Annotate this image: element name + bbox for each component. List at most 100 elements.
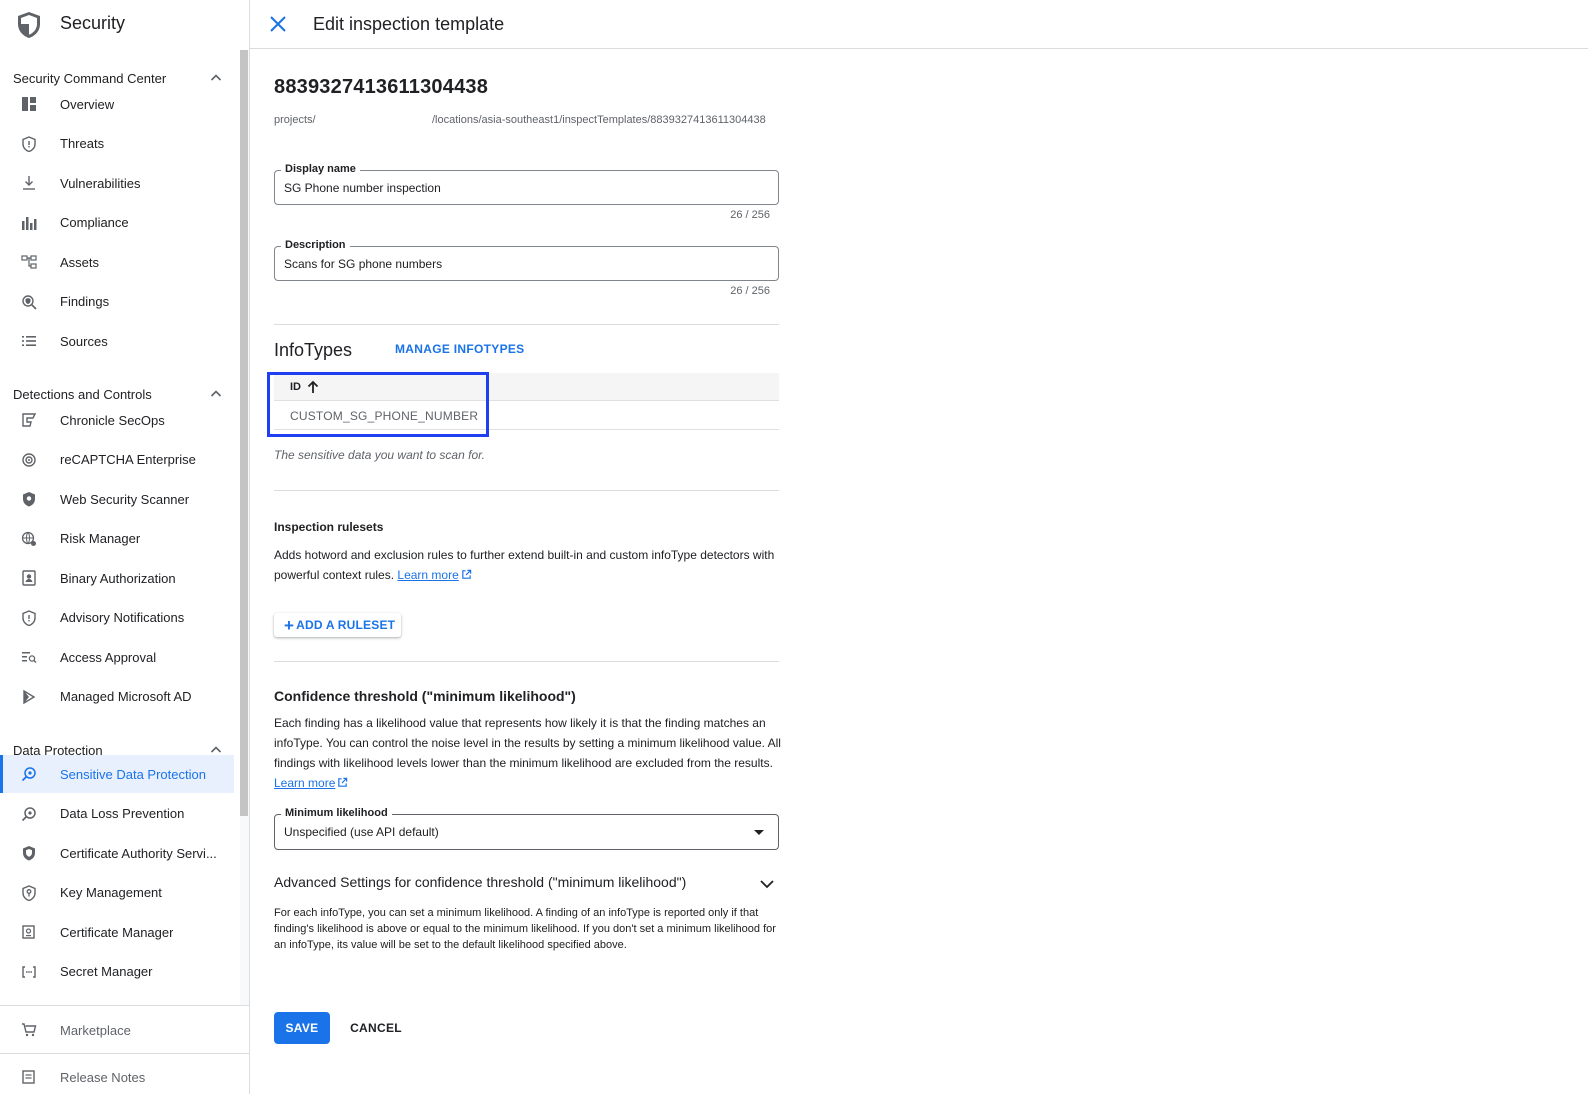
- template-path-prefix: projects/: [274, 114, 316, 126]
- rulesets-learn-more-link[interactable]: Learn more: [397, 568, 458, 582]
- infotypes-title: InfoTypes: [274, 340, 353, 360]
- sidebar-item-label: Sources: [60, 333, 108, 349]
- description-field[interactable]: Description Scans for SG phone numbers: [274, 239, 779, 281]
- divider: [274, 324, 779, 325]
- chevron-down-icon: [760, 880, 774, 889]
- sidebar-item-label: Release Notes: [60, 1069, 146, 1085]
- advanced-settings-toggle[interactable]: Advanced Settings for confidence thresho…: [274, 872, 779, 896]
- sidebar-item-binary-authorization[interactable]: Binary Authorization: [0, 559, 234, 597]
- display-name-field[interactable]: Display name SG Phone number inspection: [274, 163, 779, 205]
- sidebar-item-label: Data Loss Prevention: [60, 806, 185, 821]
- save-button[interactable]: SAVE: [274, 1012, 330, 1044]
- advanced-settings-title: Advanced Settings for confidence thresho…: [274, 874, 687, 890]
- sidebar-item-label: Overview: [60, 96, 115, 112]
- sidebar-item-label: Access Approval: [60, 649, 157, 665]
- list-search-icon: [20, 648, 38, 666]
- sidebar-section-title: Security Command Center: [13, 70, 167, 86]
- download-icon: [20, 174, 38, 192]
- divider: [274, 661, 779, 662]
- display-name-value: SG Phone number inspection: [284, 181, 441, 195]
- app-title: Security: [60, 13, 126, 33]
- sidebar-item-label: Chronicle SecOps: [60, 412, 165, 428]
- infotypes-hint: The sensitive data you want to scan for.: [274, 448, 486, 462]
- dropdown-caret-icon: [754, 830, 764, 835]
- notes-icon: [20, 1068, 38, 1086]
- directory-icon: [20, 688, 38, 706]
- sidebar-item-label: Key Management: [60, 885, 162, 900]
- sidebar-nav: Security Command Center Overview Threats Vu…: [0, 50, 240, 1005]
- confidence-description: Each finding has a likelihood value that…: [274, 713, 784, 793]
- manage-infotypes-button[interactable]: MANAGE INFOTYPES: [395, 342, 524, 356]
- sidebar-item-label: Web Security Scanner: [60, 491, 190, 507]
- description-counter: 26 / 256: [730, 285, 770, 297]
- description-value: Scans for SG phone numbers: [284, 257, 443, 271]
- sidebar-item-vulnerabilities[interactable]: Vulnerabilities: [0, 164, 234, 202]
- learn-more-label: Learn more: [397, 568, 459, 582]
- sidebar-item-key-management[interactable]: Key Management: [0, 874, 234, 912]
- sidebar-bottom: Marketplace Release Notes: [0, 1005, 249, 1094]
- sidebar-item-label: Secret Manager: [60, 964, 153, 979]
- rulesets-title: Inspection rulesets: [274, 520, 384, 534]
- plus-icon: +: [284, 615, 295, 635]
- external-link-icon: [462, 569, 472, 579]
- sidebar-item-label: Certificate Authority Servi...: [60, 845, 217, 861]
- template-path-suffix: /locations/asia-southeast1/inspectTempla…: [432, 114, 766, 126]
- sidebar-item-findings[interactable]: Findings: [0, 283, 234, 321]
- sidebar-header: Security: [0, 0, 249, 50]
- cancel-button[interactable]: CANCEL: [342, 1012, 410, 1044]
- learn-more-label: Learn more: [274, 776, 336, 790]
- sidebar-item-label: Vulnerabilities: [60, 175, 141, 191]
- sidebar-item-threats[interactable]: Threats: [0, 125, 234, 163]
- list-icon: [20, 332, 38, 350]
- minimum-likelihood-value: Unspecified (use API default): [284, 825, 439, 839]
- sidebar-item-certificate-manager[interactable]: Certificate Manager: [0, 913, 234, 951]
- sidebar-item-risk-manager[interactable]: Risk Manager: [0, 520, 234, 558]
- secret-icon: [20, 963, 38, 981]
- cart-icon: [20, 1021, 38, 1039]
- top-bar: Edit inspection template: [250, 0, 1588, 49]
- display-name-counter: 26 / 256: [730, 209, 770, 221]
- page-title: Edit inspection template: [313, 14, 505, 34]
- rulesets-description: Adds hotword and exclusion rules to furt…: [274, 545, 784, 585]
- sidebar-item-advisory-notifications[interactable]: Advisory Notifications: [0, 599, 234, 637]
- external-link-icon: [338, 777, 348, 787]
- sidebar-item-label: Assets: [60, 254, 100, 270]
- sidebar-scrollbar[interactable]: [240, 50, 248, 816]
- certificate-icon: [20, 923, 38, 941]
- recaptcha-icon: [20, 451, 38, 469]
- description-label: Description: [281, 239, 350, 251]
- rulesets-text: Adds hotword and exclusion rules to furt…: [274, 548, 775, 582]
- add-ruleset-label: ADD A RULESET: [296, 618, 396, 632]
- sidebar-item-chronicle-secops[interactable]: Chronicle SecOps: [0, 401, 234, 439]
- sidebar-item-secret-manager[interactable]: Secret Manager: [0, 953, 234, 991]
- sidebar-item-label: Risk Manager: [60, 531, 141, 546]
- dashboard-icon: [20, 95, 38, 113]
- sidebar-item-access-approval[interactable]: Access Approval: [0, 638, 234, 676]
- sidebar-item-compliance[interactable]: Compliance: [0, 204, 234, 242]
- sidebar-item-label: Findings: [60, 294, 110, 309]
- sidebar-item-sensitive-data-protection[interactable]: Sensitive Data Protection: [0, 755, 234, 793]
- badge-icon: [20, 569, 38, 587]
- sidebar: Security Security Command Center Overview…: [0, 0, 250, 1094]
- hierarchy-icon: [20, 253, 38, 271]
- data-search-icon: [20, 805, 38, 823]
- sidebar-item-label: Sensitive Data Protection: [60, 766, 206, 782]
- shield-icon: [20, 135, 38, 153]
- template-id: 8839327413611304438: [274, 76, 489, 98]
- confidence-learn-more-link[interactable]: Learn more: [274, 776, 335, 790]
- sidebar-item-data-loss-prevention[interactable]: Data Loss Prevention: [0, 795, 234, 833]
- sidebar-item-release-notes[interactable]: Release Notes: [0, 1058, 234, 1094]
- sidebar-item-assets[interactable]: Assets: [0, 243, 234, 281]
- sidebar-item-managed-microsoft-ad[interactable]: Managed Microsoft AD: [0, 678, 234, 716]
- sidebar-item-marketplace[interactable]: Marketplace: [0, 1011, 234, 1049]
- close-icon[interactable]: [268, 14, 288, 34]
- sidebar-item-sources[interactable]: Sources: [0, 322, 234, 360]
- sidebar-item-overview[interactable]: Overview: [0, 85, 234, 123]
- minimum-likelihood-select[interactable]: Minimum likelihood Unspecified (use API …: [274, 807, 779, 850]
- sidebar-item-label: Compliance: [60, 215, 129, 230]
- sidebar-item-certificate-authority-servi[interactable]: Certificate Authority Servi...: [0, 834, 234, 872]
- add-ruleset-button[interactable]: + ADD A RULESET: [274, 613, 401, 637]
- sidebar-item-recaptcha-enterprise[interactable]: reCAPTCHA Enterprise: [0, 441, 234, 479]
- sidebar-item-label: Certificate Manager: [60, 924, 174, 940]
- sidebar-item-web-security-scanner[interactable]: Web Security Scanner: [0, 480, 234, 518]
